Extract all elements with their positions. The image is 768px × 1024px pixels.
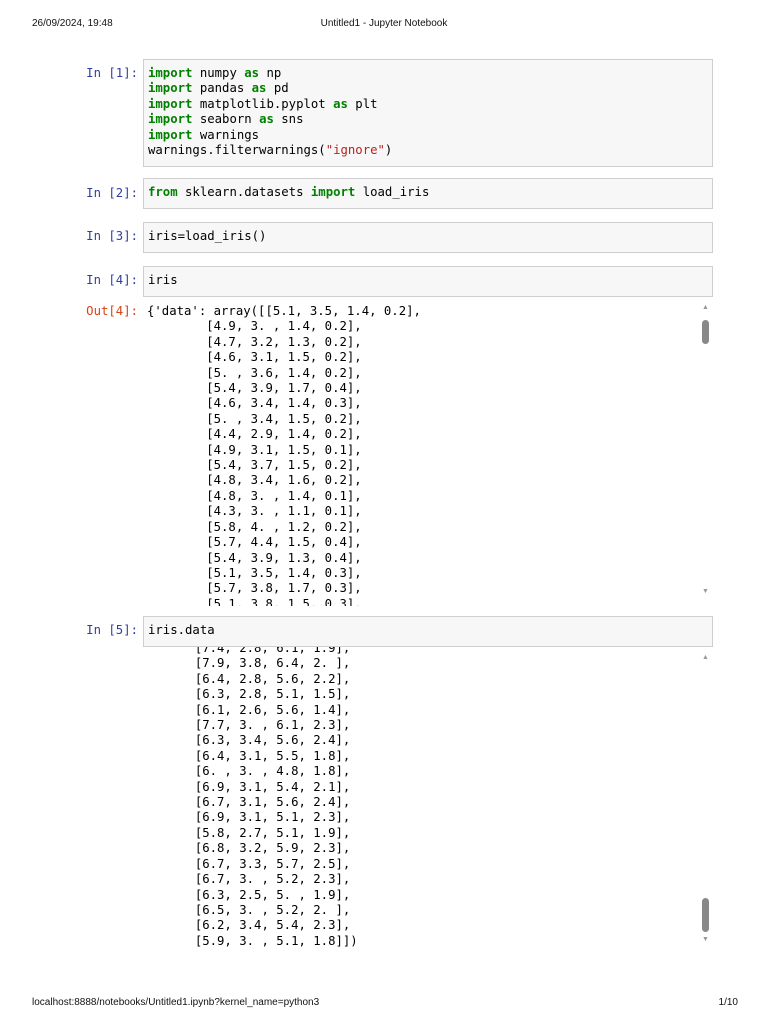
code: warnings xyxy=(192,127,260,142)
code xyxy=(259,128,266,142)
out-5-scrollbar[interactable]: ▲ ▼ xyxy=(700,652,712,952)
code-line: import seaborn as sns xyxy=(148,112,708,127)
keyword: as xyxy=(251,81,267,96)
scroll-thumb[interactable] xyxy=(702,898,709,932)
code: pandas xyxy=(192,81,252,96)
keyword: as xyxy=(244,66,260,80)
cell-4-prompt: In [4]: xyxy=(86,273,138,287)
cell-3-input[interactable]: iris=load_iris() xyxy=(143,222,713,253)
keyword: import xyxy=(148,66,193,80)
keyword: as xyxy=(259,112,274,127)
scroll-thumb[interactable] xyxy=(702,320,709,344)
keyword: import xyxy=(148,112,193,127)
kw: import xyxy=(310,185,356,199)
out-5-output: [7.4, 2.8, 6.1, 1.9], [7.9, 3.8, 6.4, 2.… xyxy=(194,641,358,948)
print-title: Untitled1 - Jupyter Notebook xyxy=(320,18,448,29)
cell-2-input[interactable]: from sklearn.datasets import load_iris xyxy=(143,178,713,209)
keyword: import xyxy=(148,96,193,111)
code-line: import pandas as pd xyxy=(148,81,708,96)
cell-1-input[interactable]: import numpy as np import pandas as pd imp… xyxy=(143,59,713,167)
code: sklearn.datasets xyxy=(177,185,311,199)
cell-1-prompt: In [1]: xyxy=(86,66,138,80)
code: pd xyxy=(266,81,289,96)
scroll-up-icon[interactable]: ▲ xyxy=(702,654,709,661)
code: seaborn xyxy=(192,112,260,127)
keyword: as xyxy=(333,96,348,111)
out-4-scrollbar[interactable]: ▲ ▼ xyxy=(700,302,712,606)
code-line: import numpy as np xyxy=(148,66,708,81)
code: numpy xyxy=(192,66,245,80)
scroll-down-icon[interactable]: ▼ xyxy=(702,588,709,595)
code: np xyxy=(259,66,282,80)
keyword: import xyxy=(148,81,193,96)
scroll-down-icon[interactable]: ▼ xyxy=(702,936,709,943)
cell-3-prompt: In [3]: xyxy=(86,229,138,243)
out-4-output: {'data': array([[5.1, 3.5, 1.4, 0.2], [4… xyxy=(147,304,421,606)
scroll-up-icon[interactable]: ▲ xyxy=(702,304,709,311)
out-4-prompt: Out[4]: xyxy=(86,304,138,318)
print-page: 1/10 xyxy=(718,997,738,1008)
cell-2-prompt: In [2]: xyxy=(86,186,138,200)
code: matplotlib.pyplot xyxy=(192,96,334,111)
cell-5-prompt: In [5]: xyxy=(86,623,138,637)
code-line: warnings.filterwarnings("ignore") xyxy=(148,143,708,158)
code-line: import warnings xyxy=(148,128,708,143)
print-url: localhost:8888/notebooks/Untitled1.ipynb… xyxy=(32,997,320,1008)
code: load_iris xyxy=(355,185,430,199)
string: "ignore" xyxy=(325,143,385,158)
code: ) xyxy=(384,143,393,158)
code: plt xyxy=(347,96,378,111)
code: warnings.filterwarnings( xyxy=(148,143,326,158)
cell-4-input[interactable]: iris xyxy=(143,266,713,297)
code: sns xyxy=(273,112,304,127)
cell-5-input[interactable]: iris.data xyxy=(143,616,713,647)
keyword: import xyxy=(148,127,193,142)
code-line: import matplotlib.pyplot as plt xyxy=(148,97,708,112)
kw: from xyxy=(148,185,178,199)
